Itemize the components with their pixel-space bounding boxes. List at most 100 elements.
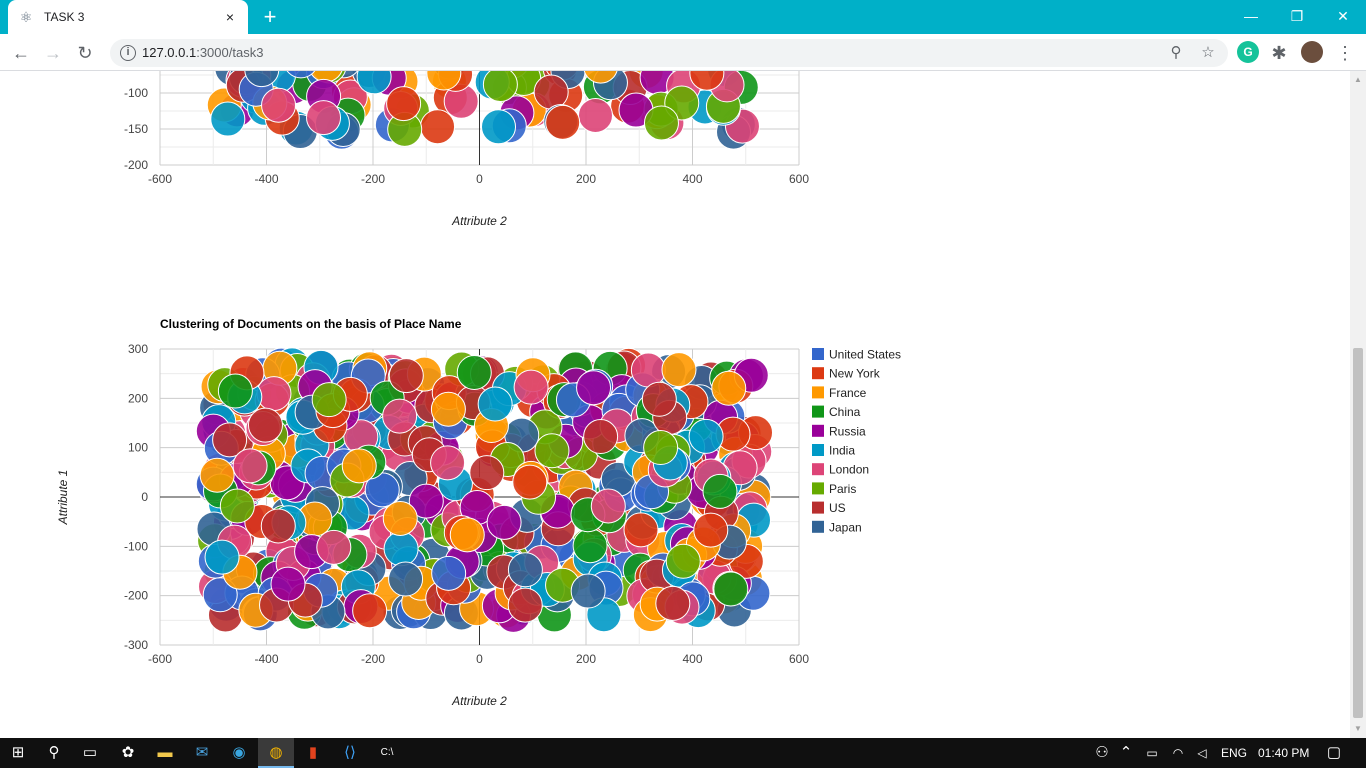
close-tab-icon[interactable]: × bbox=[222, 9, 238, 25]
data-point bbox=[430, 445, 466, 481]
data-point bbox=[583, 419, 619, 455]
data-point bbox=[655, 585, 691, 621]
data-point bbox=[643, 430, 679, 466]
y-tick-label: 0 bbox=[141, 490, 148, 504]
data-point bbox=[388, 561, 424, 597]
legend-swatch bbox=[812, 482, 824, 495]
page-viewport: -100 -150 -200 -600 -400 -200 0 200 400 600 Attrib… bbox=[0, 71, 1350, 738]
scroll-down-icon[interactable]: ▼ bbox=[1350, 722, 1366, 736]
wifi-icon[interactable]: ◠ bbox=[1166, 738, 1190, 768]
y-tick-label: -300 bbox=[124, 638, 148, 652]
data-point bbox=[590, 488, 626, 524]
star-icon[interactable]: ☆ bbox=[1198, 43, 1218, 63]
legend-label: London bbox=[829, 463, 869, 477]
url-text: 127.0.0.1:3000/task3 bbox=[142, 45, 264, 60]
edge-icon[interactable]: ◉ bbox=[221, 738, 257, 768]
vscode-icon[interactable]: ⟨⟩ bbox=[332, 738, 368, 768]
grammarly-icon[interactable]: G bbox=[1237, 41, 1259, 63]
extensions-puzzle-icon[interactable]: ✱ bbox=[1266, 40, 1292, 66]
restore-button[interactable]: ❐ bbox=[1274, 0, 1320, 34]
legend-swatch bbox=[812, 501, 824, 514]
windows-taskbar: ⊞ ⚲ ▭ ✿ ▬ ✉ ◉ ◍ ▮ ⟨⟩ C:\ ⚇ ⌃ ▭ ◠ ◁ ENG 0… bbox=[0, 738, 1366, 768]
close-window-button[interactable]: ✕ bbox=[1320, 0, 1366, 34]
back-arrow-icon[interactable]: ← bbox=[8, 40, 34, 66]
browser-toolbar: ← → ↻ i 127.0.0.1:3000/task3 ⚲ ☆ G ✱ ⋮ bbox=[0, 34, 1366, 71]
data-point bbox=[430, 391, 466, 427]
x-tick-label: -600 bbox=[148, 652, 172, 666]
x-tick-label: 200 bbox=[576, 172, 596, 186]
page-scrollbar[interactable]: ▲ ▼ bbox=[1350, 71, 1366, 738]
data-point bbox=[420, 109, 456, 145]
windows-start-icon[interactable]: ⊞ bbox=[0, 738, 36, 768]
info-icon[interactable]: i bbox=[120, 45, 136, 61]
charts-canvas: -100-150-200-600 -400 -200 0 200 400 600Attrib… bbox=[56, 71, 901, 708]
office-icon[interactable]: ▮ bbox=[295, 738, 331, 768]
avatar[interactable] bbox=[1301, 41, 1323, 63]
x-tick-label: -600 bbox=[148, 172, 172, 186]
data-point bbox=[260, 508, 296, 544]
address-bar[interactable]: i 127.0.0.1:3000/task3 ⚲ ☆ bbox=[110, 39, 1228, 67]
data-point bbox=[199, 457, 235, 493]
data-point bbox=[386, 86, 422, 122]
legend-swatch bbox=[812, 444, 824, 456]
notifications-icon[interactable]: ▢ bbox=[1316, 738, 1352, 768]
data-point bbox=[341, 448, 377, 484]
data-point bbox=[702, 473, 738, 509]
data-point bbox=[469, 455, 505, 491]
data-point bbox=[572, 528, 608, 564]
y-tick-label: 100 bbox=[128, 441, 148, 455]
data-point bbox=[713, 571, 749, 607]
volume-icon[interactable]: ◁ bbox=[1190, 738, 1214, 768]
data-point bbox=[693, 512, 729, 548]
browser-tab[interactable]: ⚛ TASK 3 × bbox=[8, 0, 248, 34]
y-tick-label: 300 bbox=[128, 342, 148, 356]
clock[interactable]: 01:40 PM bbox=[1258, 738, 1309, 768]
new-tab-button[interactable]: + bbox=[258, 6, 282, 28]
x-tick-label: -200 bbox=[361, 652, 385, 666]
forward-arrow-icon[interactable]: → bbox=[40, 40, 66, 66]
mail-icon[interactable]: ✉ bbox=[184, 738, 220, 768]
x-tick-label: -200 bbox=[361, 172, 385, 186]
search-icon[interactable]: ⚲ bbox=[36, 738, 72, 768]
data-point bbox=[210, 101, 246, 137]
file-explorer-icon[interactable]: ▬ bbox=[147, 738, 183, 768]
battery-icon[interactable]: ▭ bbox=[1140, 738, 1164, 768]
data-point bbox=[512, 464, 548, 500]
data-point bbox=[316, 529, 352, 565]
data-point bbox=[383, 531, 419, 567]
data-point bbox=[623, 512, 659, 548]
terminal-icon[interactable]: C:\ bbox=[369, 738, 405, 768]
legend-item: Japan bbox=[812, 520, 862, 534]
data-point bbox=[217, 373, 253, 409]
paint-icon[interactable]: ✿ bbox=[110, 738, 146, 768]
x-axis-title: Attribute 2 bbox=[451, 694, 507, 708]
minimize-button[interactable]: — bbox=[1228, 0, 1274, 34]
data-point bbox=[270, 566, 306, 602]
react-icon: ⚛ bbox=[19, 9, 33, 25]
legend-label: Paris bbox=[829, 482, 856, 496]
data-point bbox=[456, 354, 492, 390]
legend-swatch bbox=[812, 386, 824, 399]
data-point bbox=[711, 370, 747, 406]
legend-label: New York bbox=[829, 367, 881, 381]
chevron-up-icon[interactable]: ⌃ bbox=[1114, 738, 1138, 768]
scroll-up-icon[interactable]: ▲ bbox=[1350, 73, 1366, 87]
legend-swatch bbox=[812, 424, 824, 437]
menu-kebab-icon[interactable]: ⋮ bbox=[1332, 40, 1358, 66]
legend-item: United States bbox=[812, 348, 901, 362]
y-tick-label: -100 bbox=[124, 86, 148, 100]
data-point bbox=[641, 381, 677, 417]
x-tick-label: 200 bbox=[576, 652, 596, 666]
x-tick-label: 0 bbox=[476, 172, 483, 186]
data-point bbox=[382, 398, 418, 434]
data-point bbox=[477, 386, 513, 422]
chart-title: Clustering of Documents on the basis of … bbox=[160, 317, 462, 331]
scroll-thumb[interactable] bbox=[1353, 348, 1363, 718]
legend-label: Russia bbox=[829, 424, 866, 438]
legend-label: France bbox=[829, 386, 867, 400]
task-view-icon[interactable]: ▭ bbox=[72, 738, 108, 768]
zoom-icon[interactable]: ⚲ bbox=[1166, 43, 1186, 63]
chrome-icon[interactable]: ◍ bbox=[258, 738, 294, 768]
reload-icon[interactable]: ↻ bbox=[72, 40, 98, 66]
language-indicator[interactable]: ENG bbox=[1221, 738, 1247, 768]
